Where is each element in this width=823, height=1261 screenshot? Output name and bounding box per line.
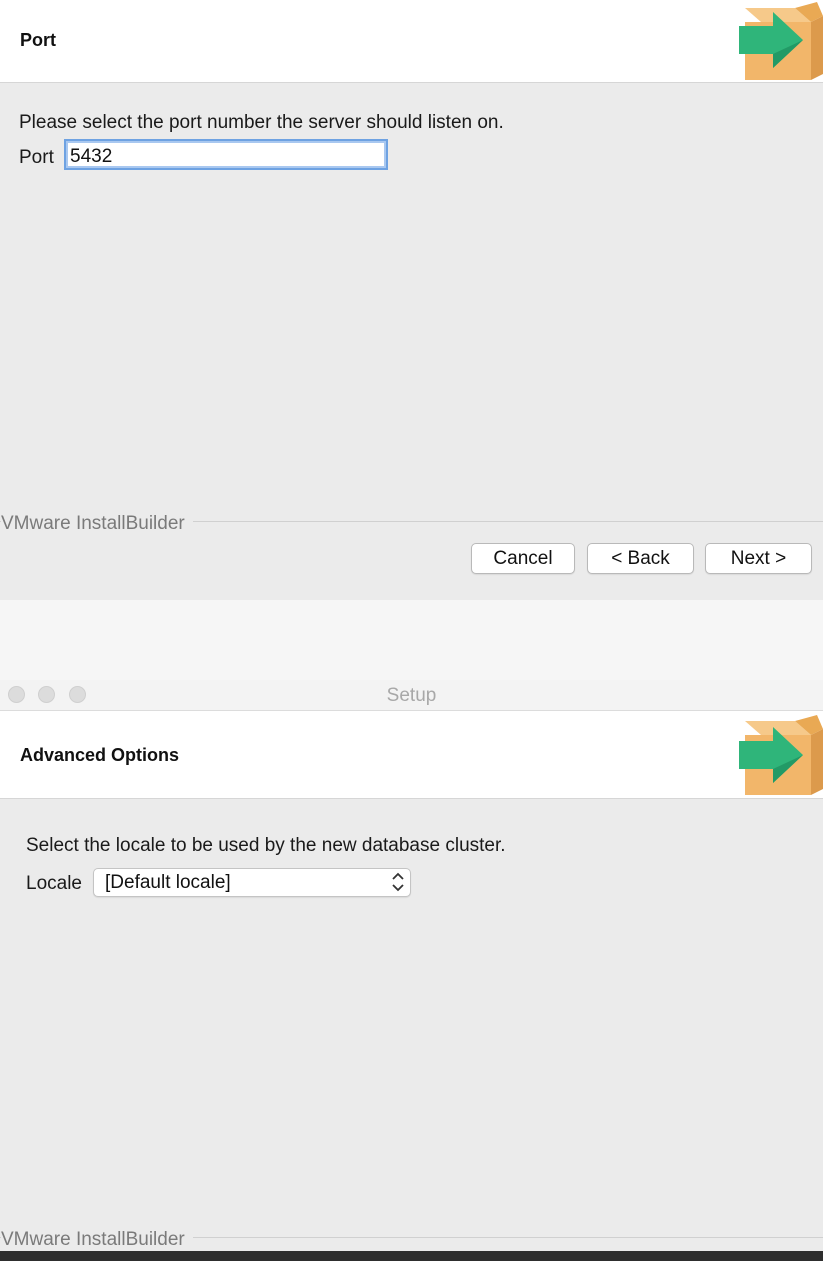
port-input[interactable] <box>64 139 388 170</box>
installer-box-arrow-icon <box>739 2 823 80</box>
chevron-up-down-icon <box>392 872 404 892</box>
bottom-edge <box>0 1251 823 1261</box>
cancel-button[interactable]: Cancel <box>471 543 575 574</box>
page-title: Advanced Options <box>20 745 180 765</box>
locale-select-value[interactable]: [Default locale] <box>105 872 231 894</box>
back-button[interactable]: < Back <box>587 543 694 574</box>
next-button[interactable]: Next > <box>705 543 812 574</box>
window-title: Setup <box>386 685 437 706</box>
locale-label: Locale <box>26 873 82 894</box>
port-instruction: Please select the port number the server… <box>19 112 504 133</box>
page-title: Port <box>20 30 56 50</box>
locale-instruction: Select the locale to be used by the new … <box>26 835 506 856</box>
brand-label: VMware InstallBuilder <box>1 1229 193 1251</box>
port-page-header <box>0 0 823 83</box>
installer-box-arrow-icon <box>739 715 823 795</box>
brand-label: VMware InstallBuilder <box>1 513 193 535</box>
port-label: Port <box>19 147 54 168</box>
window-gap <box>0 600 823 680</box>
